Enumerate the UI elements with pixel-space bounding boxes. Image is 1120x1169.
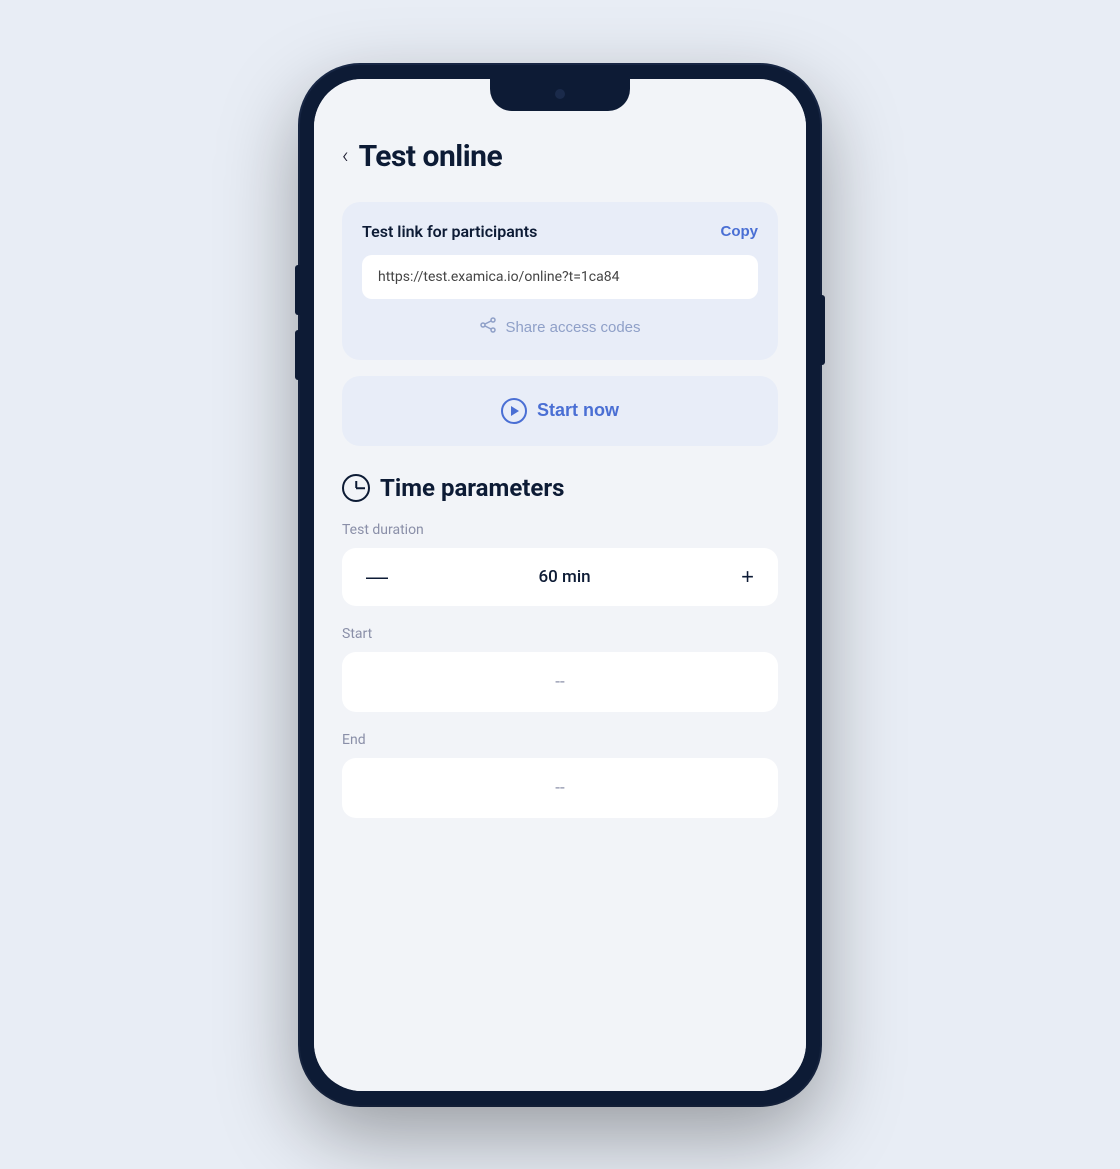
notch <box>490 79 630 111</box>
duration-value: 60 min <box>538 567 590 587</box>
play-icon <box>501 398 527 424</box>
share-access-label: Share access codes <box>505 319 640 336</box>
start-date-field[interactable]: -- <box>342 652 778 712</box>
end-placeholder: -- <box>555 778 564 798</box>
decrement-button[interactable]: — <box>362 566 392 588</box>
start-label: Start <box>342 626 778 642</box>
increment-button[interactable]: + <box>737 566 758 588</box>
end-label: End <box>342 732 778 748</box>
end-date-field[interactable]: -- <box>342 758 778 818</box>
clock-icon <box>342 474 370 502</box>
share-icon <box>479 317 497 338</box>
clock-minute-hand <box>356 487 365 489</box>
phone-screen: ‹ Test online Test link for participants… <box>314 79 806 1091</box>
test-link-card: Test link for participants Copy https://… <box>342 202 778 360</box>
url-display: https://test.examica.io/online?t=1ca84 <box>362 255 758 299</box>
start-placeholder: -- <box>555 672 564 692</box>
power-button[interactable] <box>820 295 825 365</box>
header: ‹ Test online <box>342 129 778 174</box>
screen-content: ‹ Test online Test link for participants… <box>314 79 806 1091</box>
camera <box>555 89 565 99</box>
share-access-button[interactable]: Share access codes <box>362 313 758 342</box>
time-parameters-section: Time parameters <box>342 474 778 502</box>
duration-label: Test duration <box>342 522 778 538</box>
page-title: Test online <box>359 139 503 174</box>
card-title: Test link for participants <box>362 222 537 241</box>
play-triangle <box>511 406 519 416</box>
start-now-label: Start now <box>537 400 619 421</box>
volume-down-button[interactable] <box>295 330 300 380</box>
volume-up-button[interactable] <box>295 265 300 315</box>
phone-device: ‹ Test online Test link for participants… <box>300 65 820 1105</box>
card-header: Test link for participants Copy <box>362 222 758 241</box>
duration-stepper: — 60 min + <box>342 548 778 606</box>
back-button[interactable]: ‹ <box>342 144 349 169</box>
copy-button[interactable]: Copy <box>721 223 759 240</box>
time-parameters-title: Time parameters <box>380 474 564 502</box>
start-now-button[interactable]: Start now <box>342 376 778 446</box>
